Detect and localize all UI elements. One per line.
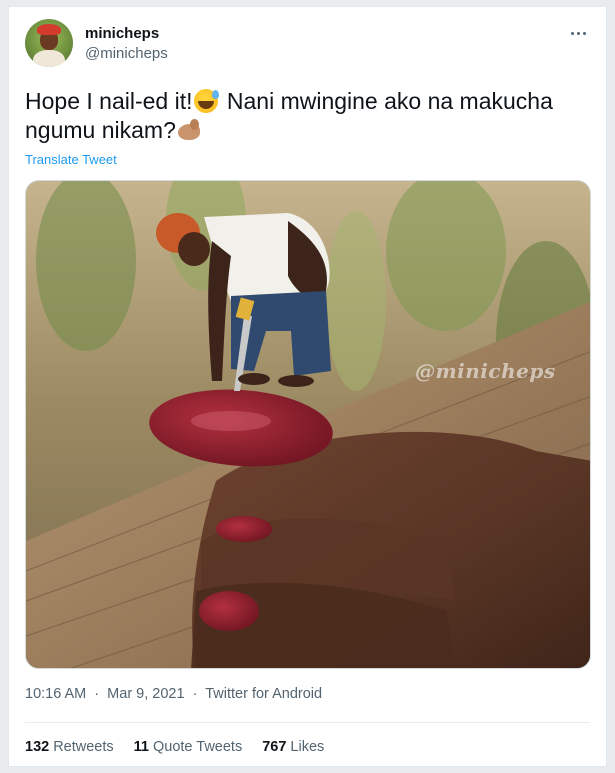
translate-tweet-link[interactable]: Translate Tweet (25, 152, 117, 167)
more-dots-icon (570, 31, 574, 35)
quote-tweets-label: Quote Tweets (153, 739, 243, 755)
photo-watermark: @minicheps (415, 359, 556, 383)
meta-separator: · (94, 686, 100, 702)
flexed-biceps-icon (176, 118, 202, 142)
divider (25, 722, 590, 723)
author-handle[interactable]: @minicheps (85, 44, 168, 63)
avatar[interactable] (25, 19, 73, 67)
retweets-count: 132 (25, 739, 50, 755)
likes-stat[interactable]: 767 Likes (262, 739, 324, 755)
meta-separator: · (192, 686, 198, 702)
author-names: minicheps @minicheps (85, 24, 168, 63)
quote-tweets-count: 11 (133, 739, 149, 755)
retweets-label: Retweets (53, 739, 114, 755)
tweet-date[interactable]: Mar 9, 2021 (107, 686, 184, 702)
tweet-time[interactable]: 10:16 AM (25, 686, 86, 702)
avatar-body (33, 50, 65, 67)
tweet-source[interactable]: Twitter for Android (205, 686, 322, 702)
tweet-text: Hope I nail-ed it! Nani mwingine ako na … (25, 87, 585, 145)
likes-label: Likes (290, 739, 325, 755)
grinning-face-with-sweat-icon (194, 89, 220, 113)
tweet-text-part1: Hope I nail-ed it! (25, 88, 193, 114)
tweet-meta: 10:16 AM · Mar 9, 2021 · Twitter for And… (25, 686, 322, 702)
likes-count: 767 (262, 739, 287, 755)
avatar-hair (37, 24, 61, 35)
more-dot (582, 31, 586, 35)
more-dot (576, 31, 580, 35)
author-display-name[interactable]: minicheps (85, 24, 168, 43)
photo-illustration (26, 181, 590, 668)
quote-tweets-stat[interactable]: 11 Quote Tweets (134, 739, 243, 755)
tweet-photo[interactable]: @minicheps (25, 180, 591, 669)
tweet-stats: 132 Retweets 11 Quote Tweets 767 Likes (25, 739, 344, 755)
retweets-stat[interactable]: 132 Retweets (25, 739, 114, 755)
tweet-card: minicheps @minicheps Hope I nail-ed it! … (8, 6, 607, 767)
more-options-button[interactable] (566, 24, 590, 42)
